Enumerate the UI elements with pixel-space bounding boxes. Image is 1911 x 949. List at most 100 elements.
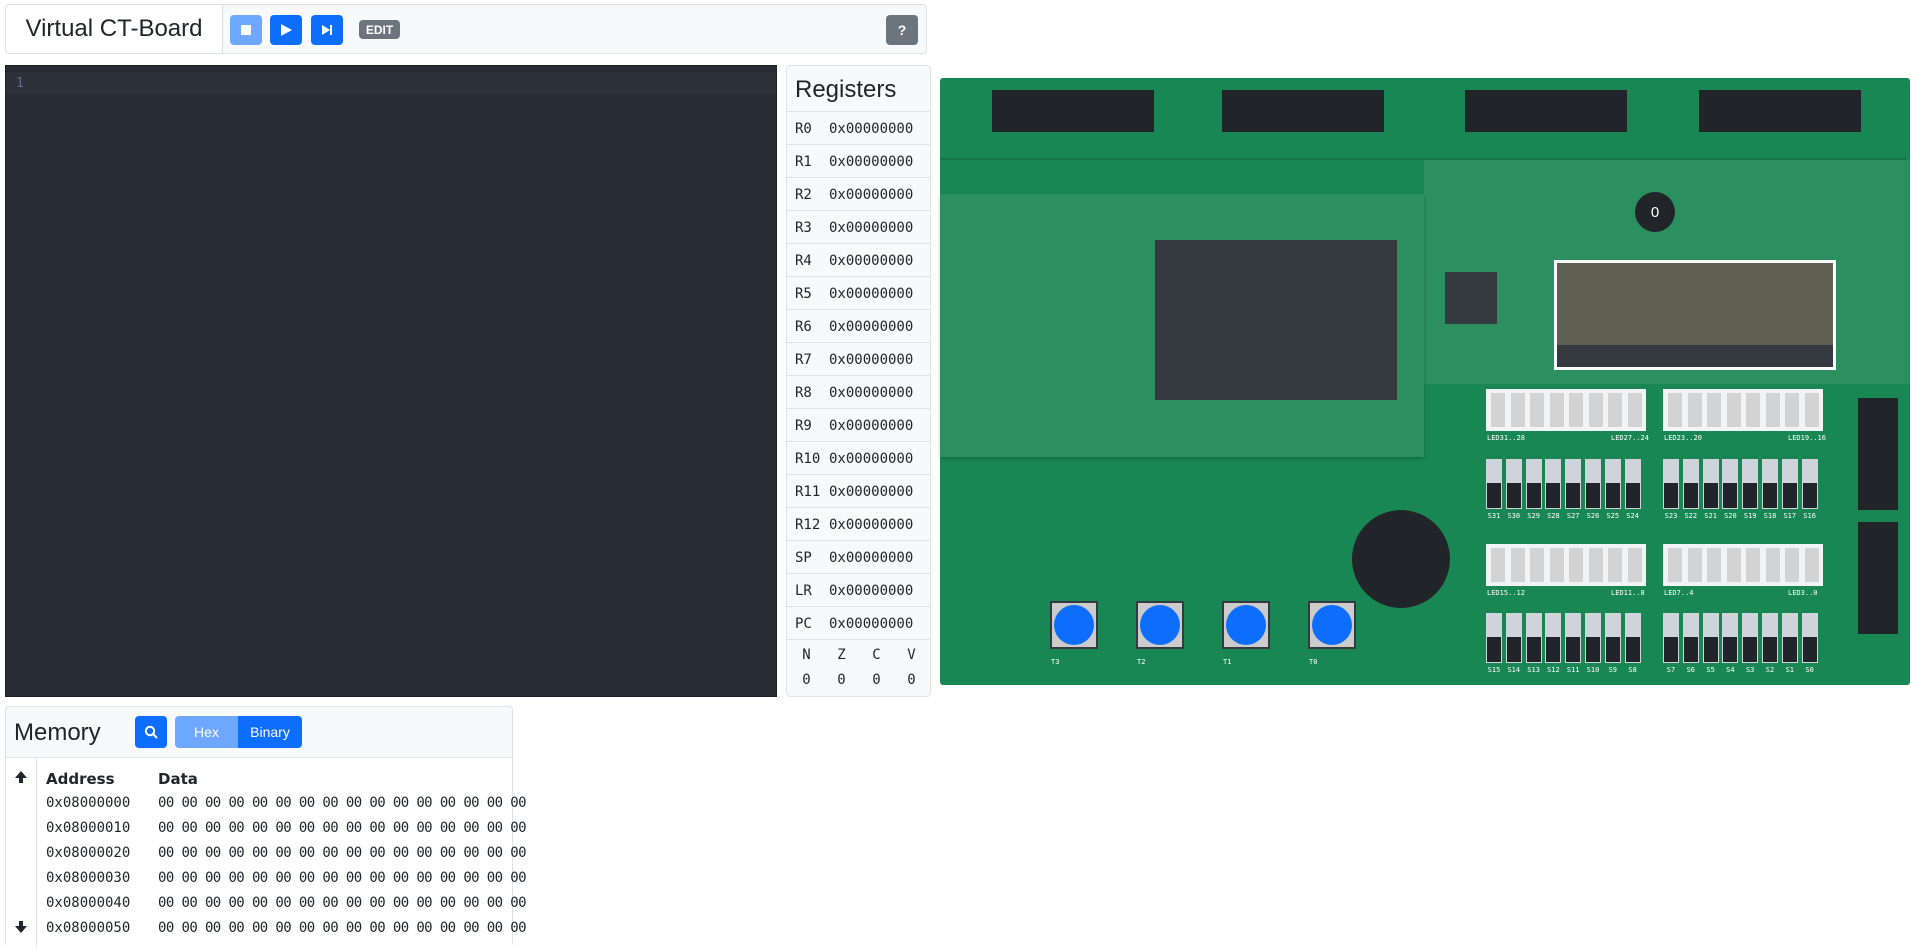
switch-s27[interactable] [1565, 459, 1582, 509]
push-button-t2[interactable] [1136, 601, 1184, 649]
switch-s5[interactable] [1702, 613, 1719, 663]
flag-value: 0 [907, 672, 916, 688]
step-button[interactable] [311, 15, 343, 45]
switch-s31[interactable] [1486, 459, 1502, 509]
register-row: SP 0x00000000 [787, 540, 930, 574]
led [1510, 393, 1525, 427]
hex-toggle[interactable]: Hex [175, 716, 238, 748]
switch-lever [1664, 483, 1678, 508]
switch-s12[interactable] [1545, 613, 1562, 663]
toolbar: Virtual CT-Board EDIT ? [5, 4, 927, 54]
led-bank [1663, 389, 1823, 431]
register-value: 0x00000000 [829, 615, 914, 632]
led [1765, 393, 1780, 427]
code-editor[interactable]: 1 [5, 65, 777, 697]
flag-name: C [872, 647, 881, 663]
push-button-cap[interactable] [1312, 605, 1352, 645]
switch-s23[interactable] [1663, 459, 1679, 509]
led [1530, 393, 1544, 427]
register-row: R1 0x00000000 [787, 144, 930, 178]
switch-s4[interactable] [1722, 613, 1739, 663]
register-name: R2 [795, 186, 812, 203]
side-connector [1858, 398, 1898, 510]
switch-label: S23 [1664, 512, 1678, 520]
switch-s9[interactable] [1604, 613, 1621, 663]
switch-s13[interactable] [1525, 613, 1542, 663]
switch-s8[interactable] [1624, 613, 1641, 663]
switch-s29[interactable] [1525, 459, 1542, 509]
switch-s28[interactable] [1545, 459, 1562, 509]
help-button[interactable]: ? [886, 15, 918, 45]
switch-s16[interactable] [1801, 459, 1818, 509]
switch-s3[interactable] [1742, 613, 1759, 663]
stop-button[interactable] [230, 15, 262, 45]
switch-label: S0 [1805, 666, 1814, 674]
switch-s22[interactable] [1682, 459, 1699, 509]
switch-label: S1 [1785, 666, 1795, 674]
led-bank-label-left: LED15..12 [1487, 589, 1525, 597]
switch-lever [1506, 637, 1521, 662]
switch-s1[interactable] [1781, 613, 1798, 663]
led [1746, 393, 1760, 427]
active-line-highlight [6, 72, 776, 94]
app-title: Virtual CT-Board [6, 5, 223, 53]
register-row: R2 0x00000000 [787, 177, 930, 211]
switch-lever [1703, 637, 1718, 662]
binary-toggle[interactable]: Binary [238, 716, 302, 748]
register-row: R12 0x00000000 [787, 507, 930, 541]
switch-s6[interactable] [1682, 613, 1699, 663]
rotary-knob[interactable] [1352, 510, 1450, 608]
switch-lever [1664, 637, 1678, 662]
memory-data: 00 00 00 00 00 00 00 00 00 00 00 00 00 0… [158, 795, 527, 811]
flag-name: V [907, 647, 916, 663]
edit-button[interactable]: EDIT [359, 20, 400, 39]
switch-s19[interactable] [1742, 459, 1759, 509]
switch-s7[interactable] [1663, 613, 1679, 663]
push-button-cap[interactable] [1226, 605, 1266, 645]
memory-address: 0x08000030 [46, 870, 131, 886]
push-button-label: T0 [1309, 658, 1318, 666]
register-row: LR 0x00000000 [787, 573, 930, 607]
led [1707, 548, 1721, 582]
switch-s15[interactable] [1486, 613, 1502, 663]
switch-label: S20 [1724, 512, 1737, 520]
register-name: R6 [795, 318, 812, 335]
register-value: 0x00000000 [829, 384, 914, 401]
switch-lever [1605, 637, 1620, 662]
arrow-up-icon[interactable] [14, 770, 28, 784]
switch-s17[interactable] [1781, 459, 1798, 509]
register-row: R8 0x00000000 [787, 375, 930, 409]
switch-s11[interactable] [1565, 613, 1582, 663]
switch-lever [1743, 483, 1758, 508]
register-value: 0x00000000 [829, 153, 914, 170]
register-value: 0x00000000 [829, 450, 914, 467]
switch-lever [1586, 483, 1600, 508]
led [1588, 393, 1603, 427]
switch-s14[interactable] [1505, 613, 1522, 663]
arrow-down-icon[interactable] [14, 920, 28, 934]
push-button-t3[interactable] [1050, 601, 1098, 649]
switch-label: S26 [1586, 512, 1600, 520]
switch-s10[interactable] [1585, 613, 1601, 663]
switch-s21[interactable] [1702, 459, 1719, 509]
switch-s25[interactable] [1604, 459, 1621, 509]
push-button-cap[interactable] [1140, 605, 1180, 645]
push-button-t0[interactable] [1308, 601, 1356, 649]
run-button[interactable] [270, 15, 302, 45]
register-row: R9 0x00000000 [787, 408, 930, 442]
switch-lever [1683, 637, 1698, 662]
switch-s24[interactable] [1624, 459, 1641, 509]
switch-s20[interactable] [1722, 459, 1739, 509]
memory-search-button[interactable] [135, 716, 167, 748]
push-button-cap[interactable] [1054, 605, 1094, 645]
switch-label: S15 [1487, 666, 1501, 674]
switch-s26[interactable] [1585, 459, 1601, 509]
switch-s2[interactable] [1762, 613, 1778, 663]
seven-segment-slot [1222, 90, 1384, 132]
memory-data: 00 00 00 00 00 00 00 00 00 00 00 00 00 0… [158, 820, 527, 836]
switch-label: S12 [1547, 666, 1560, 674]
push-button-t1[interactable] [1222, 601, 1270, 649]
switch-s30[interactable] [1505, 459, 1522, 509]
switch-s18[interactable] [1762, 459, 1778, 509]
switch-s0[interactable] [1801, 613, 1818, 663]
